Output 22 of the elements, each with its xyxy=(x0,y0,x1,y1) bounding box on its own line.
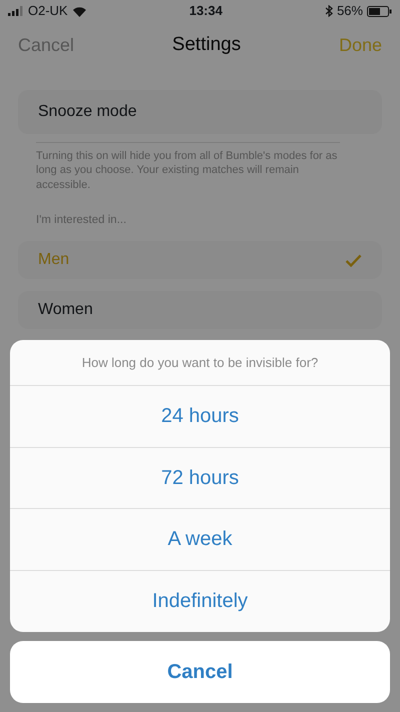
action-option[interactable]: Indefinitely xyxy=(10,570,390,632)
option-label: Women xyxy=(38,300,93,320)
battery-icon xyxy=(366,6,392,16)
action-sheet-title: How long do you want to be invisible for? xyxy=(10,340,390,386)
bluetooth-icon xyxy=(324,5,333,17)
signal-icon xyxy=(8,6,24,16)
carrier-name: O2-UK xyxy=(28,2,68,20)
action-option[interactable]: A week xyxy=(10,509,390,570)
screen-title: Settings xyxy=(172,32,241,57)
interest-option[interactable]: Women xyxy=(18,291,382,330)
option-label: Men xyxy=(38,250,70,270)
battery-percent: 56% xyxy=(336,2,363,20)
checkmark-icon xyxy=(345,254,362,267)
snooze-mode-row[interactable]: Snooze mode xyxy=(18,90,382,134)
action-option[interactable]: 24 hours xyxy=(10,386,390,448)
wifi-icon xyxy=(72,6,87,16)
section-heading: I'm interested in... xyxy=(36,212,128,228)
cancel-button[interactable]: Cancel xyxy=(10,641,390,703)
status-time: 13:34 xyxy=(189,2,222,20)
cancel-button[interactable]: Cancel xyxy=(18,32,74,58)
snooze-description: Turning this on will hide you from all of Bumble's modes for as long as you choose. Your existing matches will remain accessible. xyxy=(36,142,340,192)
action-option[interactable]: 72 hours xyxy=(10,448,390,509)
